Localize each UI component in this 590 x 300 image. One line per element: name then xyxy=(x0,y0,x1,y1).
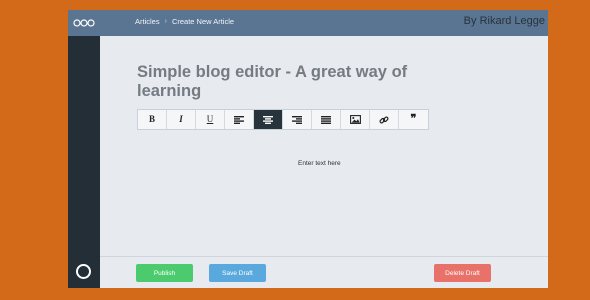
align-right-button[interactable] xyxy=(283,110,312,129)
circle-icon[interactable] xyxy=(76,264,91,279)
breadcrumb-separator: › xyxy=(164,18,167,25)
underline-icon: U xyxy=(206,114,214,124)
justify-icon xyxy=(321,115,331,124)
editor-window: Articles › Create New Article By Rikard … xyxy=(68,10,548,288)
align-left-button[interactable] xyxy=(225,110,254,129)
breadcrumb: Articles › Create New Article xyxy=(135,17,234,26)
sidebar xyxy=(68,10,100,288)
publish-button[interactable]: Publish xyxy=(136,264,193,282)
breadcrumb-articles[interactable]: Articles xyxy=(135,17,160,26)
italic-icon: I xyxy=(179,114,183,124)
footer-actions: Publish Save Draft Delete Draft xyxy=(100,256,548,288)
justify-button[interactable] xyxy=(312,110,341,129)
quote-icon: ❞ xyxy=(410,113,417,125)
breadcrumb-current: Create New Article xyxy=(171,17,235,26)
header: Articles › Create New Article By Rikard … xyxy=(100,10,548,36)
quote-button[interactable]: ❞ xyxy=(399,110,428,129)
author-name: By Rikard Legge xyxy=(463,15,545,27)
editor-area: Simple blog editor - A great way of lear… xyxy=(100,36,548,256)
align-right-icon xyxy=(292,115,302,124)
link-icon xyxy=(379,115,389,124)
bold-icon: B xyxy=(148,114,155,124)
article-title[interactable]: Simple blog editor - A great way of lear… xyxy=(137,63,457,101)
insert-image-button[interactable] xyxy=(341,110,370,129)
align-center-button[interactable] xyxy=(254,110,283,129)
formatting-toolbar: B I U ❞ xyxy=(137,109,429,130)
align-left-icon xyxy=(234,115,244,124)
save-draft-button[interactable]: Save Draft xyxy=(209,264,266,282)
italic-button[interactable]: I xyxy=(167,110,196,129)
align-center-icon xyxy=(263,115,273,124)
insert-link-button[interactable] xyxy=(370,110,399,129)
bold-button[interactable]: B xyxy=(138,110,167,129)
delete-draft-button[interactable]: Delete Draft xyxy=(434,264,491,282)
image-icon xyxy=(349,115,361,124)
three-circles-icon xyxy=(73,19,95,27)
logo[interactable] xyxy=(68,10,100,36)
underline-button[interactable]: U xyxy=(196,110,225,129)
editor-body[interactable]: Enter text here xyxy=(298,160,341,167)
